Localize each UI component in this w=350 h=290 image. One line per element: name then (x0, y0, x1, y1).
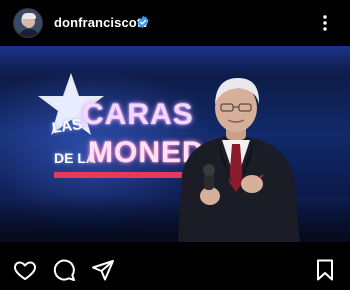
heart-icon[interactable] (13, 258, 37, 282)
bookmark-icon[interactable] (313, 258, 337, 282)
send-icon[interactable] (91, 258, 115, 282)
post-image[interactable]: LAS CARAS DE LA MONEDA (0, 46, 350, 242)
presenter-figure (178, 78, 300, 242)
verified-badge-icon (137, 15, 149, 29)
more-options-icon[interactable] (318, 13, 332, 33)
comment-icon[interactable] (52, 258, 76, 282)
username[interactable]: donfranciscotv (54, 15, 149, 30)
post-header: donfranciscotv (0, 0, 350, 46)
avatar[interactable] (13, 8, 43, 38)
avatar-hair (22, 13, 36, 19)
logo-text-las: LAS (50, 115, 84, 138)
avatar-suit (17, 29, 41, 37)
